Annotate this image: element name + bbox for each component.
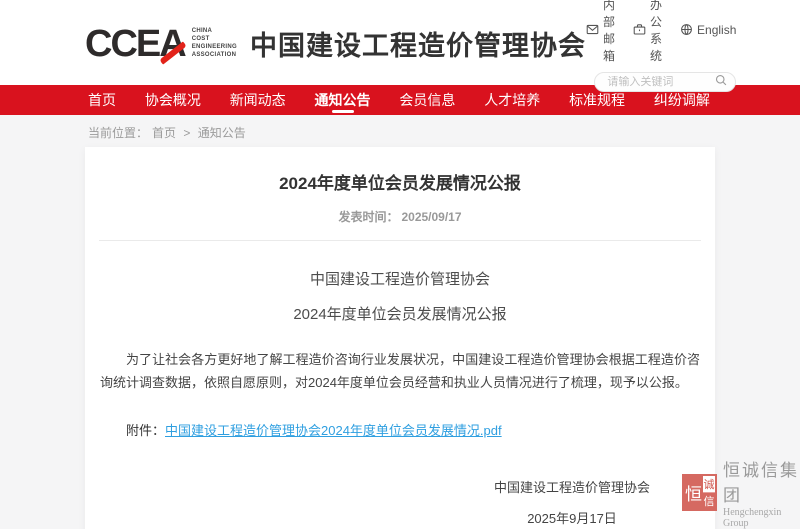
logo-subtitle: CHINA COST ENGINEERING ASSOCIATION xyxy=(192,28,237,59)
site-logo[interactable]: CCEA CHINA COST ENGINEERING ASSOCIATION … xyxy=(85,24,586,63)
watermark-name-en: Hengchengxin Group xyxy=(723,507,800,529)
org-name: 中国建设工程造价管理协会 xyxy=(250,24,586,63)
nav-item-news[interactable]: 新闻动态 xyxy=(230,85,286,115)
attachment-row: 附件：中国建设工程造价管理协会2024年度单位会员发展情况.pdf xyxy=(100,420,700,439)
nav-item-mediation[interactable]: 纠纷调解 xyxy=(654,85,710,115)
mail-icon xyxy=(586,23,599,36)
article-card: 2024年度单位会员发展情况公报 发表时间：2025/09/17 中国建设工程造… xyxy=(85,147,715,529)
attachment-pdf-link[interactable]: 中国建设工程造价管理协会2024年度单位会员发展情况.pdf xyxy=(165,423,502,438)
signature-org: 中国建设工程造价管理协会 xyxy=(494,477,650,496)
published-label: 发表时间： xyxy=(338,210,398,224)
nav-item-training[interactable]: 人才培养 xyxy=(484,85,540,115)
nav-item-members[interactable]: 会员信息 xyxy=(399,85,455,115)
breadcrumb: 当前位置： 首页 > 通知公告 xyxy=(0,115,800,142)
doc-heading-title: 2024年度单位会员发展情况公报 xyxy=(85,303,715,324)
breadcrumb-separator: > xyxy=(183,126,190,140)
doc-heading-org: 中国建设工程造价管理协会 xyxy=(85,268,715,289)
header-right: 内部邮箱 办公系统 E xyxy=(586,0,736,92)
office-system-link[interactable]: 办公系统 xyxy=(633,0,662,64)
watermark-text: 恒诚信集团 Hengchengxin Group xyxy=(723,456,800,529)
internal-mail-link[interactable]: 内部邮箱 xyxy=(586,0,615,64)
article-title: 2024年度单位会员发展情况公报 xyxy=(85,169,715,194)
search-icon[interactable] xyxy=(715,73,727,91)
signature-block: 中国建设工程造价管理协会 2025年9月17日 xyxy=(477,477,667,527)
seal-icon: 恒 诚 信 xyxy=(682,474,717,511)
signature-date: 2025年9月17日 xyxy=(527,508,617,527)
english-link[interactable]: English xyxy=(680,23,736,37)
breadcrumb-current[interactable]: 通知公告 xyxy=(198,126,246,140)
attachment-label: 附件： xyxy=(126,423,165,438)
title-divider xyxy=(99,240,701,241)
article-meta: 发表时间：2025/09/17 xyxy=(85,208,715,225)
ccea-logo: CCEA xyxy=(85,25,185,63)
site-header: CCEA CHINA COST ENGINEERING ASSOCIATION … xyxy=(0,0,800,85)
watermark-name: 恒诚信集团 xyxy=(723,456,800,506)
nav-item-notices[interactable]: 通知公告 xyxy=(315,85,371,115)
article-paragraph: 为了让社会各方更好地了解工程造价咨询行业发展状况，中国建设工程造价管理协会根据工… xyxy=(100,348,700,394)
nav-item-home[interactable]: 首页 xyxy=(88,85,116,115)
hengchengxin-watermark: 恒 诚 信 恒诚信集团 Hengchengxin Group xyxy=(682,456,800,529)
breadcrumb-home-link[interactable]: 首页 xyxy=(152,126,176,140)
nav-item-about[interactable]: 协会概况 xyxy=(145,85,201,115)
briefcase-icon xyxy=(633,23,646,36)
main-nav: 首页 协会概况 新闻动态 通知公告 会员信息 人才培养 标准规程 纠纷调解 xyxy=(0,85,800,115)
utility-links: 内部邮箱 办公系统 E xyxy=(586,0,736,64)
globe-icon xyxy=(680,23,693,36)
nav-item-standards[interactable]: 标准规程 xyxy=(569,85,625,115)
breadcrumb-prefix: 当前位置： xyxy=(88,126,148,140)
published-date: 2025/09/17 xyxy=(401,210,461,224)
